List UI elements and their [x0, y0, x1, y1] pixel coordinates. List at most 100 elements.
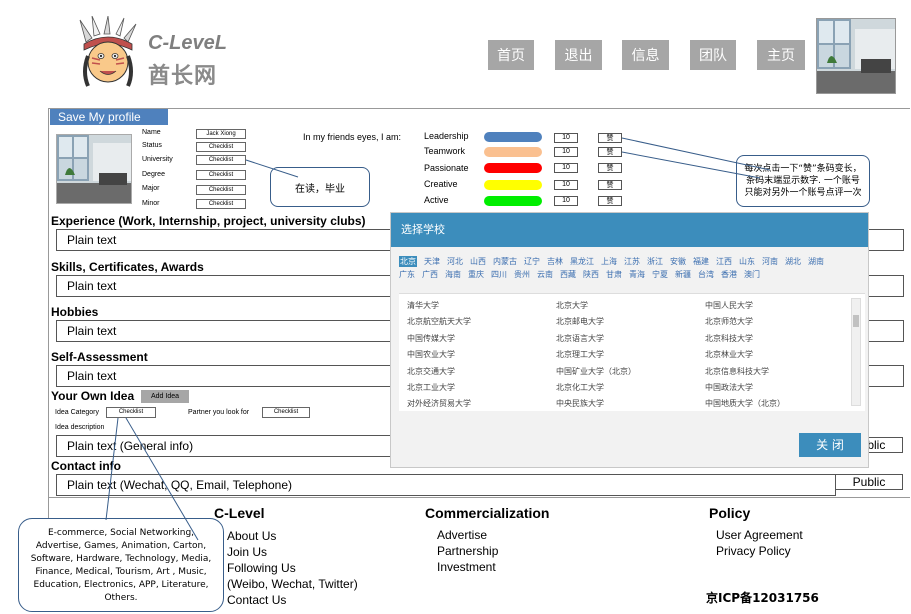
idea-category-callout: E-commerce, Social Networking, Advertise… — [18, 518, 224, 612]
province-option[interactable]: 台湾 — [698, 269, 714, 280]
province-option[interactable]: 上海 — [601, 256, 617, 267]
dialog-close-button[interactable]: 关 闭 — [799, 433, 861, 457]
footer-link-join[interactable]: Join Us — [227, 545, 267, 559]
province-option[interactable]: 河北 — [447, 256, 463, 267]
province-option[interactable]: 江西 — [716, 256, 732, 267]
trait-bar-leadership — [484, 132, 542, 142]
footer-link-social[interactable]: (Weibo, Wechat, Twitter) — [227, 577, 358, 591]
school-option[interactable]: 中国政法大学 — [705, 380, 785, 396]
status-select[interactable]: Checklist — [196, 142, 246, 152]
nav-logout-button[interactable]: 退出 — [555, 40, 602, 70]
school-option[interactable]: 北京林业大学 — [705, 347, 785, 363]
profile-photo[interactable] — [56, 134, 132, 204]
school-option[interactable]: 北京邮电大学 — [556, 314, 636, 330]
province-option[interactable]: 吉林 — [547, 256, 563, 267]
school-option[interactable]: 北京大学 — [556, 298, 636, 314]
province-option[interactable]: 云南 — [537, 269, 553, 280]
footer-link-about[interactable]: About Us — [227, 529, 276, 543]
footer-link-investment[interactable]: Investment — [437, 560, 496, 574]
school-option[interactable]: 对外经济贸易大学 — [407, 396, 471, 411]
province-option[interactable]: 北京 — [399, 256, 417, 267]
contact-public-toggle[interactable]: Public — [835, 474, 903, 490]
province-option[interactable]: 安徽 — [670, 256, 686, 267]
school-option[interactable]: 中国地质大学（北京） — [705, 396, 785, 411]
province-option[interactable]: 湖北 — [785, 256, 801, 267]
province-option[interactable]: 甘肃 — [606, 269, 622, 280]
footer-link-user-agreement[interactable]: User Agreement — [716, 528, 803, 542]
save-profile-tab[interactable]: Save My profile — [50, 109, 168, 125]
province-option[interactable]: 江苏 — [624, 256, 640, 267]
trait-label-active: Active — [424, 195, 449, 205]
province-option[interactable]: 宁夏 — [652, 269, 668, 280]
like-button-active[interactable]: 赞 — [598, 196, 622, 206]
province-option[interactable]: 广东 — [399, 269, 415, 280]
trait-label-teamwork: Teamwork — [424, 146, 466, 156]
footer-link-advertise[interactable]: Advertise — [437, 528, 487, 542]
province-option[interactable]: 湖南 — [808, 256, 824, 267]
idea-category-select[interactable]: Checklist — [106, 407, 156, 418]
name-label: Name — [142, 129, 161, 136]
degree-select[interactable]: Checklist — [196, 170, 246, 180]
province-option[interactable]: 香港 — [721, 269, 737, 280]
school-option[interactable]: 北京语言大学 — [556, 331, 636, 347]
footer-link-contact[interactable]: Contact Us — [227, 593, 286, 607]
nav-home-button[interactable]: 首页 — [488, 40, 534, 70]
school-option[interactable]: 中央民族大学 — [556, 396, 636, 411]
trait-score-passionate: 10 — [554, 163, 578, 173]
school-option[interactable]: 北京理工大学 — [556, 347, 636, 363]
province-option[interactable]: 黑龙江 — [570, 256, 594, 267]
province-option[interactable]: 山西 — [470, 256, 486, 267]
province-option[interactable]: 山东 — [739, 256, 755, 267]
school-option[interactable]: 中国农业大学 — [407, 347, 471, 363]
province-option[interactable]: 广西 — [422, 269, 438, 280]
province-option[interactable]: 天津 — [424, 256, 440, 267]
scrollbar-thumb[interactable] — [853, 315, 859, 327]
province-option[interactable]: 浙江 — [647, 256, 663, 267]
like-button-passionate[interactable]: 赞 — [598, 163, 622, 173]
like-button-teamwork[interactable]: 赞 — [598, 147, 622, 157]
province-option[interactable]: 贵州 — [514, 269, 530, 280]
office-photo — [816, 18, 896, 94]
school-option[interactable]: 北京信息科技大学 — [705, 364, 785, 380]
school-option[interactable]: 北京科技大学 — [705, 331, 785, 347]
province-option[interactable]: 青海 — [629, 269, 645, 280]
province-option[interactable]: 西藏 — [560, 269, 576, 280]
trait-bar-passionate — [484, 163, 542, 173]
like-button-creative[interactable]: 赞 — [598, 180, 622, 190]
add-idea-button[interactable]: Add Idea — [141, 390, 189, 403]
school-option[interactable]: 中国人民大学 — [705, 298, 785, 314]
school-option[interactable]: 北京师范大学 — [705, 314, 785, 330]
school-option[interactable]: 北京化工大学 — [556, 380, 636, 396]
major-select[interactable]: Checklist — [196, 185, 246, 195]
province-option[interactable]: 海南 — [445, 269, 461, 280]
name-field[interactable]: Jack Xiong — [196, 129, 246, 139]
province-option[interactable]: 陕西 — [583, 269, 599, 280]
footer-link-partnership[interactable]: Partnership — [437, 544, 498, 558]
school-option[interactable]: 北京工业大学 — [407, 380, 471, 396]
nav-info-button[interactable]: 信息 — [622, 40, 669, 70]
province-option[interactable]: 重庆 — [468, 269, 484, 280]
province-option[interactable]: 福建 — [693, 256, 709, 267]
footer-link-following[interactable]: Following Us — [227, 561, 296, 575]
province-option[interactable]: 四川 — [491, 269, 507, 280]
partner-select[interactable]: Checklist — [262, 407, 310, 418]
school-option[interactable]: 北京航空航天大学 — [407, 314, 471, 330]
province-option[interactable]: 河南 — [762, 256, 778, 267]
school-option[interactable]: 中国传媒大学 — [407, 331, 471, 347]
trait-label-passionate: Passionate — [424, 163, 469, 173]
school-list-scrollbar[interactable] — [851, 298, 861, 406]
school-option[interactable]: 北京交通大学 — [407, 364, 471, 380]
province-option[interactable]: 澳门 — [744, 269, 760, 280]
school-option[interactable]: 清华大学 — [407, 298, 471, 314]
nav-team-button[interactable]: 团队 — [690, 40, 736, 70]
minor-select[interactable]: Checklist — [196, 199, 246, 209]
province-option[interactable]: 辽宁 — [524, 256, 540, 267]
university-select[interactable]: Checklist — [196, 155, 246, 165]
like-button-leadership[interactable]: 赞 — [598, 133, 622, 143]
contact-textarea[interactable]: Plain text (Wechat, QQ, Email, Telephone… — [56, 474, 836, 496]
school-option[interactable]: 中国矿业大学（北京） — [556, 364, 636, 380]
province-option[interactable]: 新疆 — [675, 269, 691, 280]
footer-link-privacy[interactable]: Privacy Policy — [716, 544, 791, 558]
province-option[interactable]: 内蒙古 — [493, 256, 517, 267]
nav-homepage-button[interactable]: 主页 — [757, 40, 805, 70]
